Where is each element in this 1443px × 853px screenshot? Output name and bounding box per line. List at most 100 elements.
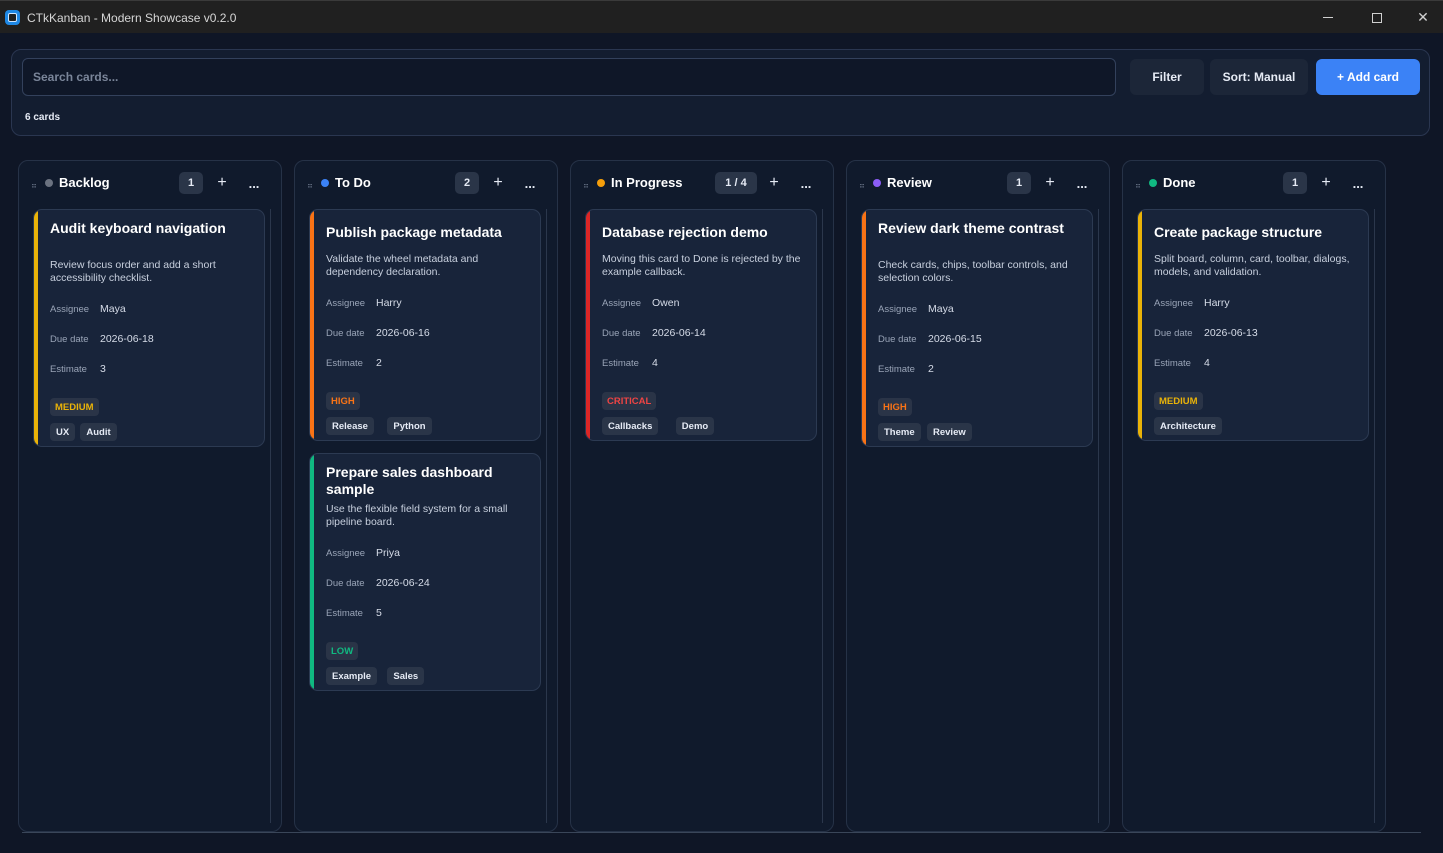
priority-badge: CRITICAL xyxy=(602,392,657,410)
column-title: Done xyxy=(1163,175,1196,190)
card-title: Prepare sales dashboard sample xyxy=(326,464,493,497)
tag-chip: Sales xyxy=(387,667,425,685)
column-count-badge: 1 xyxy=(1283,172,1307,194)
card-title: Database rejection demo xyxy=(602,224,768,240)
drag-handle-icon[interactable]: ⠶ xyxy=(31,181,37,190)
priority-stripe xyxy=(310,210,314,440)
kanban-card[interactable]: Publish package metadata Validate the whe… xyxy=(309,209,541,441)
column-title: To Do xyxy=(335,175,371,190)
tag-chip: Release xyxy=(326,417,374,435)
minimize-icon xyxy=(1323,17,1333,18)
priority-stripe xyxy=(34,210,38,446)
add-card-button[interactable]: + Add card xyxy=(1316,59,1420,95)
column-count-badge: 1 xyxy=(1007,172,1031,194)
kanban-card[interactable]: Prepare sales dashboard sample Use the fl… xyxy=(309,453,541,691)
assignee-value: Priya xyxy=(376,547,400,559)
assignee-value: Maya xyxy=(928,303,954,315)
column-count-badge: 1 xyxy=(179,172,203,194)
due-date-value: 2026-06-13 xyxy=(1204,327,1258,339)
drag-handle-icon[interactable]: ⠶ xyxy=(859,181,865,190)
due-date-label: Due date xyxy=(1154,328,1193,339)
card-description: Validate the wheel metadata and dependen… xyxy=(326,253,479,278)
column-done: ⠶ Done 1 +... Create package structure Split … xyxy=(1122,160,1386,832)
kanban-card[interactable]: Review dark theme contrast Check cards, c… xyxy=(861,209,1093,447)
card-title: Publish package metadata xyxy=(326,224,502,240)
maximize-icon xyxy=(1372,12,1382,23)
tag-chip: Python xyxy=(387,417,432,435)
column-color-dot xyxy=(1149,179,1157,187)
due-date-label: Due date xyxy=(50,334,89,345)
estimate-value: 3 xyxy=(100,363,106,375)
column-count-badge: 1 / 4 xyxy=(715,172,757,194)
close-icon: ✕ xyxy=(1417,9,1429,25)
column-color-dot xyxy=(321,179,329,187)
tag-chip: Theme xyxy=(878,423,921,441)
due-date-value: 2026-06-14 xyxy=(652,327,706,339)
estimate-label: Estimate xyxy=(326,608,363,619)
priority-stripe xyxy=(1138,210,1142,440)
estimate-value: 2 xyxy=(376,357,382,369)
column-color-dot xyxy=(597,179,605,187)
add-card-to-column-button[interactable]: + xyxy=(487,172,509,194)
drag-handle-icon[interactable]: ⠶ xyxy=(307,181,313,190)
tag-chip: Example xyxy=(326,667,378,685)
estimate-label: Estimate xyxy=(50,364,87,375)
priority-badge: LOW xyxy=(326,642,359,660)
add-card-to-column-button[interactable]: + xyxy=(1039,172,1061,194)
assignee-label: Assignee xyxy=(326,298,366,309)
column-menu-button[interactable]: ... xyxy=(519,172,541,194)
add-card-to-column-button[interactable]: + xyxy=(1315,172,1337,194)
tag-chip: UX xyxy=(50,423,76,441)
toolbar: Filter Sort: Manual + Add card 6 cards xyxy=(11,49,1430,136)
tag-chip: Callbacks xyxy=(602,417,659,435)
due-date-label: Due date xyxy=(326,328,365,339)
column-count-badge: 2 xyxy=(455,172,479,194)
add-card-to-column-button[interactable]: + xyxy=(763,172,785,194)
assignee-value: Owen xyxy=(652,297,680,309)
column-to-do: ⠶ To Do 2 +... Publish package metadata Valid… xyxy=(294,160,558,832)
estimate-value: 4 xyxy=(652,357,658,369)
column-scrollbar[interactable] xyxy=(822,209,823,823)
card-title: Review dark theme contrast xyxy=(878,220,1064,236)
column-title: Review xyxy=(887,175,932,190)
search-input[interactable] xyxy=(22,58,1116,96)
estimate-label: Estimate xyxy=(326,358,363,369)
estimate-label: Estimate xyxy=(602,358,639,369)
tag-chip: Audit xyxy=(80,423,117,441)
column-scrollbar[interactable] xyxy=(1374,209,1375,823)
card-description: Split board, column, card, toolbar, dial… xyxy=(1154,253,1350,278)
column-menu-button[interactable]: ... xyxy=(1347,172,1369,194)
column-scrollbar[interactable] xyxy=(270,209,271,823)
column-title: In Progress xyxy=(611,175,683,190)
column-scrollbar[interactable] xyxy=(1098,209,1099,823)
estimate-value: 5 xyxy=(376,607,382,619)
title-bar: CTkKanban - Modern Showcase v0.2.0 ✕ xyxy=(0,0,1443,33)
estimate-label: Estimate xyxy=(1154,358,1191,369)
maximize-button[interactable] xyxy=(1354,1,1400,34)
column-menu-button[interactable]: ... xyxy=(1071,172,1093,194)
assignee-label: Assignee xyxy=(1154,298,1194,309)
minimize-button[interactable] xyxy=(1305,1,1351,34)
due-date-value: 2026-06-24 xyxy=(376,577,430,589)
due-date-label: Due date xyxy=(602,328,641,339)
add-card-to-column-button[interactable]: + xyxy=(211,172,233,194)
assignee-label: Assignee xyxy=(50,304,90,315)
card-title: Audit keyboard navigation xyxy=(50,220,226,236)
column-review: ⠶ Review 1 +... Review dark theme contrast Ch… xyxy=(846,160,1110,832)
kanban-card[interactable]: Create package structure Split board, col… xyxy=(1137,209,1369,441)
filter-button[interactable]: Filter xyxy=(1130,59,1204,95)
close-button[interactable]: ✕ xyxy=(1400,1,1443,34)
tag-chip: Architecture xyxy=(1154,417,1222,435)
column-scrollbar[interactable] xyxy=(546,209,547,823)
column-menu-button[interactable]: ... xyxy=(795,172,817,194)
kanban-card[interactable]: Database rejection demo Moving this card … xyxy=(585,209,817,441)
column-menu-button[interactable]: ... xyxy=(243,172,265,194)
board-divider xyxy=(22,832,1421,833)
sort-button[interactable]: Sort: Manual xyxy=(1210,59,1308,95)
kanban-card[interactable]: Audit keyboard navigation Review focus or… xyxy=(33,209,265,447)
drag-handle-icon[interactable]: ⠶ xyxy=(583,181,589,190)
drag-handle-icon[interactable]: ⠶ xyxy=(1135,181,1141,190)
assignee-value: Harry xyxy=(1204,297,1230,309)
column-backlog: ⠶ Backlog 1 +... Audit keyboard navigation Re… xyxy=(18,160,282,832)
assignee-label: Assignee xyxy=(326,548,366,559)
